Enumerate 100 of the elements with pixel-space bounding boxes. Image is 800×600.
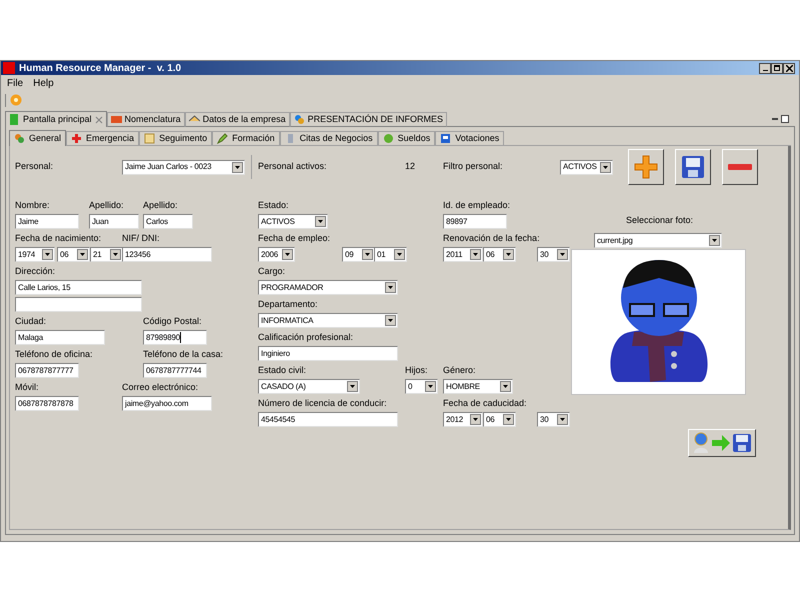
dropdown-arrow-button[interactable]	[110, 249, 121, 260]
text-field[interactable]: Inginiero	[258, 346, 398, 361]
dropdown-arrow-button[interactable]	[470, 249, 481, 260]
dropdown[interactable]: 0	[405, 379, 438, 394]
caret-icon	[397, 253, 402, 256]
tab[interactable]: Datos de la empresa	[184, 112, 290, 127]
dropdown-arrow-button[interactable]	[394, 249, 405, 260]
minimize-view-button[interactable]	[772, 118, 778, 120]
field-label: Estado:	[258, 199, 290, 212]
tab[interactable]: Formación	[212, 131, 280, 146]
text-field[interactable]: 89897	[443, 214, 507, 229]
text-field[interactable]: 45454545	[258, 412, 398, 427]
text-field[interactable]: Malaga	[15, 330, 105, 345]
field-label: Estado civil:	[258, 364, 308, 377]
dropdown[interactable]: 09	[342, 247, 375, 262]
menu-item[interactable]: File	[7, 76, 24, 91]
tab[interactable]: Nomenclatura	[106, 112, 185, 127]
dropdown-arrow-button[interactable]	[470, 414, 481, 425]
dropdown[interactable]: INFORMATICA	[258, 313, 398, 328]
field-label: Calificación profesional:	[258, 331, 354, 344]
dropdown[interactable]: HOMBRE	[443, 379, 513, 394]
text-field[interactable]: 0678787777744	[143, 363, 207, 378]
delete-button[interactable]	[722, 149, 758, 185]
text-field[interactable]	[15, 297, 142, 312]
save-button[interactable]	[675, 149, 711, 185]
dropdown-arrow-button[interactable]	[425, 381, 436, 392]
tab[interactable]: Citas de Negocios	[280, 131, 378, 146]
dropdown-arrow-button[interactable]	[385, 315, 396, 326]
field-label: Móvil:	[15, 381, 40, 394]
dropdown-arrow-button[interactable]	[77, 249, 88, 260]
dropdown[interactable]: 1974	[15, 247, 55, 262]
dropdown-arrow-button[interactable]	[557, 249, 568, 260]
field-label: Dirección:	[15, 265, 56, 278]
dropdown-arrow-button[interactable]	[503, 414, 514, 425]
dropdown[interactable]: 21	[90, 247, 123, 262]
dropdown-arrow-button[interactable]	[42, 249, 53, 260]
text-field[interactable]: Carlos	[143, 214, 193, 229]
maximize-view-button[interactable]	[781, 114, 789, 122]
person-icon	[692, 432, 710, 454]
dropdown[interactable]: 06	[483, 412, 516, 427]
text-field[interactable]: 87989890	[143, 330, 207, 345]
tab[interactable]: Pantalla principal	[5, 111, 107, 127]
caret-icon	[235, 166, 240, 168]
tab[interactable]: General	[9, 130, 66, 146]
dropdown[interactable]: 30	[537, 412, 570, 427]
dropdown[interactable]: CASADO (A)	[258, 379, 360, 394]
field-label: Apellido:	[89, 199, 125, 212]
caret-icon	[80, 253, 85, 256]
tab-label: Sueldos	[398, 132, 430, 145]
add-button[interactable]	[628, 149, 664, 185]
dropdown-arrow-button[interactable]	[709, 235, 720, 246]
text-field[interactable]: 0678787877777	[15, 363, 79, 378]
dropdown-arrow-button[interactable]	[347, 381, 358, 392]
dropdown[interactable]: 06	[57, 247, 90, 262]
dropdown[interactable]: current.jpg	[594, 233, 722, 248]
dropdown[interactable]: ACTIVOS	[560, 160, 613, 174]
dropdown[interactable]: 2006	[258, 247, 295, 262]
dropdown[interactable]: 06	[483, 247, 516, 262]
tab-label: Nomenclatura	[124, 112, 181, 126]
maximize-button[interactable]	[771, 62, 783, 74]
arrow-icon	[711, 434, 731, 452]
minimize-button[interactable]	[759, 62, 771, 74]
text-field[interactable]: 0687878787878	[15, 396, 79, 411]
photo-save-button[interactable]	[688, 429, 756, 457]
field-label: Personal activos:	[258, 160, 327, 174]
dropdown-arrow-button[interactable]	[362, 249, 373, 260]
text-field[interactable]: jaime@yahoo.com	[122, 396, 212, 411]
menu-item[interactable]: Help	[33, 76, 54, 91]
tab[interactable]: Sueldos	[378, 131, 436, 146]
close-button[interactable]	[783, 62, 795, 74]
dropdown[interactable]: PROGRAMADOR	[258, 280, 398, 295]
tab[interactable]: PRESENTACIÓN DE INFORMES	[290, 112, 447, 127]
dropdown[interactable]: 2011	[443, 247, 483, 262]
dropdown-arrow-button[interactable]	[385, 282, 396, 293]
caret-icon	[388, 319, 393, 322]
dropdown-arrow-button[interactable]	[503, 249, 514, 260]
app-icon	[3, 62, 15, 74]
caret-icon	[603, 166, 608, 168]
field-label: Seleccionar foto:	[626, 214, 694, 227]
dropdown-arrow-button[interactable]	[232, 162, 243, 172]
tab[interactable]: Seguimento	[139, 131, 212, 146]
text-field[interactable]: Jaime	[15, 214, 79, 229]
field-label: Personal:	[15, 160, 54, 174]
text-field[interactable]: Juan	[89, 214, 139, 229]
dropdown[interactable]: 01	[374, 247, 407, 262]
dropdown-arrow-button[interactable]	[600, 162, 611, 172]
dropdown-arrow-button[interactable]	[315, 216, 326, 227]
caret-icon	[350, 385, 355, 388]
dropdown[interactable]: 2012	[443, 412, 483, 427]
dropdown[interactable]: Jaime Juan Carlos - 0023	[122, 160, 245, 174]
text-field[interactable]: Calle Larios, 15	[15, 280, 142, 295]
dropdown[interactable]: 30	[537, 247, 570, 262]
text-field[interactable]: 123456	[122, 247, 212, 262]
dropdown-arrow-button[interactable]	[282, 249, 293, 260]
dropdown-arrow-button[interactable]	[557, 414, 568, 425]
tab[interactable]: Emergencia	[66, 131, 140, 146]
tab[interactable]: Votaciones	[435, 131, 504, 146]
dropdown[interactable]: ACTIVOS	[258, 214, 328, 229]
window-title: Human Resource Manager - v. 1.0	[19, 62, 182, 76]
dropdown-arrow-button[interactable]	[500, 381, 511, 392]
